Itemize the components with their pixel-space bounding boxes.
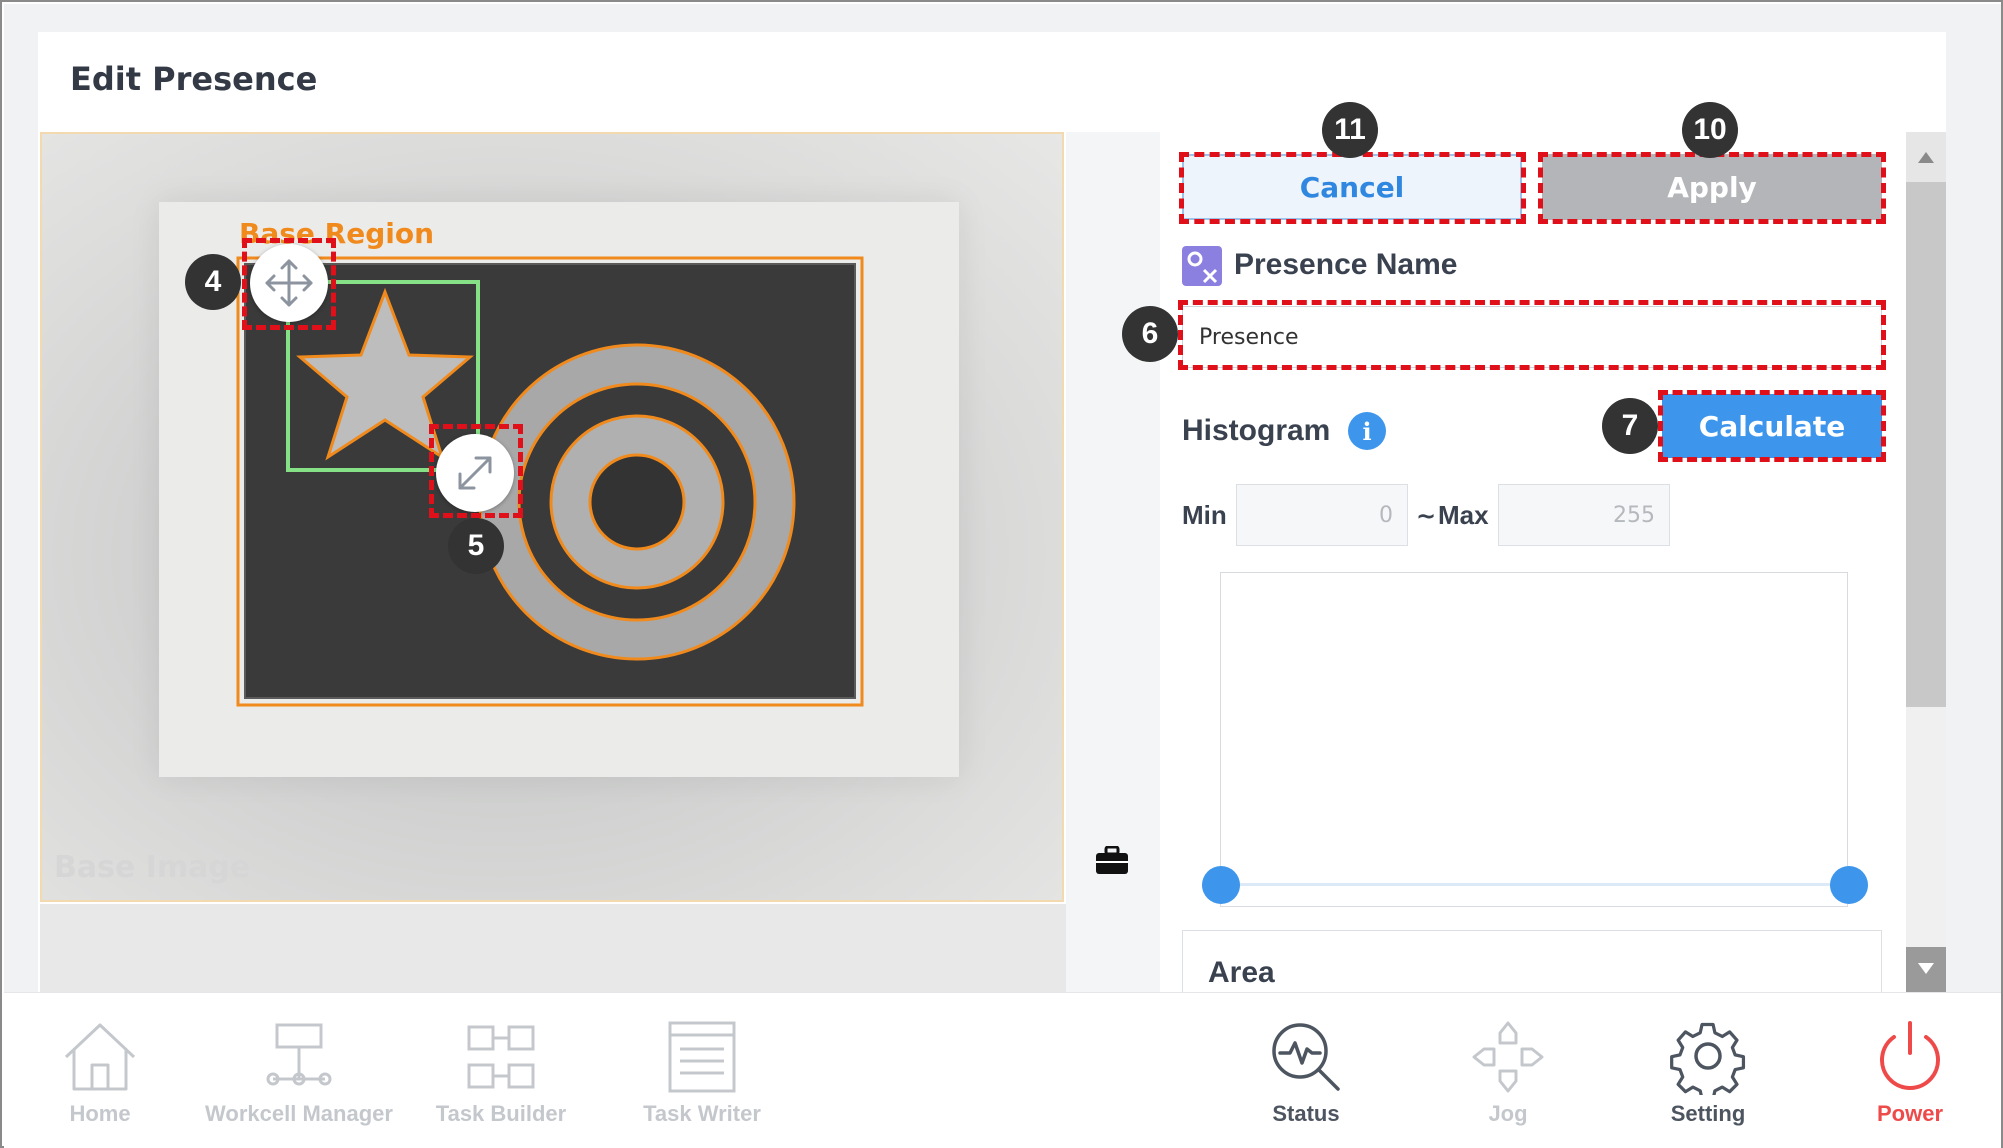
task-writer-icon <box>668 1021 736 1093</box>
nav-setting-label: Setting <box>1670 1101 1746 1126</box>
histogram-range-track <box>1220 883 1850 886</box>
range-separator: ~ <box>1416 502 1437 530</box>
callout-badge-4: 4 <box>185 254 241 310</box>
triangle-up-icon <box>1918 152 1934 163</box>
nav-jog-label: Jog <box>1488 1101 1528 1126</box>
callout-badge-6: 6 <box>1122 306 1178 362</box>
callout-badge-7: 7 <box>1602 398 1658 454</box>
toolbox-icon[interactable] <box>1094 846 1130 876</box>
nav-jog[interactable]: Jog <box>1460 993 1556 1148</box>
max-label: Max <box>1438 500 1489 530</box>
cancel-callout-box <box>1179 152 1526 224</box>
triangle-down-icon <box>1918 963 1934 974</box>
histogram-max-knob[interactable] <box>1830 866 1868 904</box>
resize-callout-box <box>429 424 523 518</box>
histogram-min-knob[interactable] <box>1202 866 1240 904</box>
nav-status[interactable]: Status <box>1254 993 1358 1148</box>
histogram-label: Histogram <box>1182 414 1331 447</box>
nav-task-writer[interactable]: Task Writer <box>628 993 776 1148</box>
min-label: Min <box>1182 500 1227 530</box>
status-icon <box>1272 1023 1340 1091</box>
presence-name-label: Presence Name <box>1234 248 1458 281</box>
nav-task-writer-label: Task Writer <box>643 1101 761 1126</box>
callout-badge-11: 11 <box>1322 102 1378 158</box>
nav-power-label: Power <box>1876 1101 1944 1126</box>
home-icon <box>64 1023 136 1091</box>
nav-power[interactable]: Power <box>1862 993 1958 1148</box>
min-input[interactable]: 0 <box>1236 484 1408 546</box>
nav-home[interactable]: Home <box>52 993 148 1148</box>
base-image-label: Base Image <box>54 850 251 885</box>
task-builder-icon <box>467 1025 535 1089</box>
histogram-chart <box>1220 572 1848 907</box>
nav-home-label: Home <box>69 1101 131 1126</box>
scroll-down-button[interactable] <box>1906 947 1946 992</box>
presence-icon <box>1182 246 1222 286</box>
name-callout-box <box>1178 300 1886 370</box>
power-icon <box>1880 1021 1940 1090</box>
info-icon[interactable]: i <box>1348 412 1386 450</box>
app-frame: Edit Presence Base Region Base Image 4 5… <box>0 0 2003 1148</box>
scrollbar-thumb[interactable] <box>1906 182 1946 707</box>
callout-badge-10: 10 <box>1682 102 1738 158</box>
gear-icon <box>1670 1022 1746 1095</box>
apply-callout-box <box>1538 152 1886 224</box>
workcell-icon <box>266 1023 332 1086</box>
camera-footer-area <box>40 904 1066 992</box>
jog-icon <box>1472 1021 1544 1093</box>
nav-setting[interactable]: Setting <box>1660 993 1756 1148</box>
nav-workcell-manager[interactable]: Workcell Manager <box>196 993 402 1148</box>
area-label: Area <box>1208 956 1275 989</box>
nav-task-builder[interactable]: Task Builder <box>426 993 576 1148</box>
calculate-callout-box <box>1658 390 1886 462</box>
callout-badge-5: 5 <box>448 518 504 574</box>
bottom-nav: Home Workcell Manager Task Builder Task … <box>4 992 2001 1148</box>
area-section <box>1182 930 1882 992</box>
scroll-up-button[interactable] <box>1906 132 1946 182</box>
nav-status-label: Status <box>1272 1101 1340 1126</box>
max-input[interactable]: 255 <box>1498 484 1670 546</box>
scrollbar-track[interactable] <box>1906 707 1946 947</box>
nav-workcell-label: Workcell Manager <box>205 1101 393 1126</box>
move-callout-box <box>242 238 336 330</box>
nav-task-builder-label: Task Builder <box>435 1101 567 1126</box>
